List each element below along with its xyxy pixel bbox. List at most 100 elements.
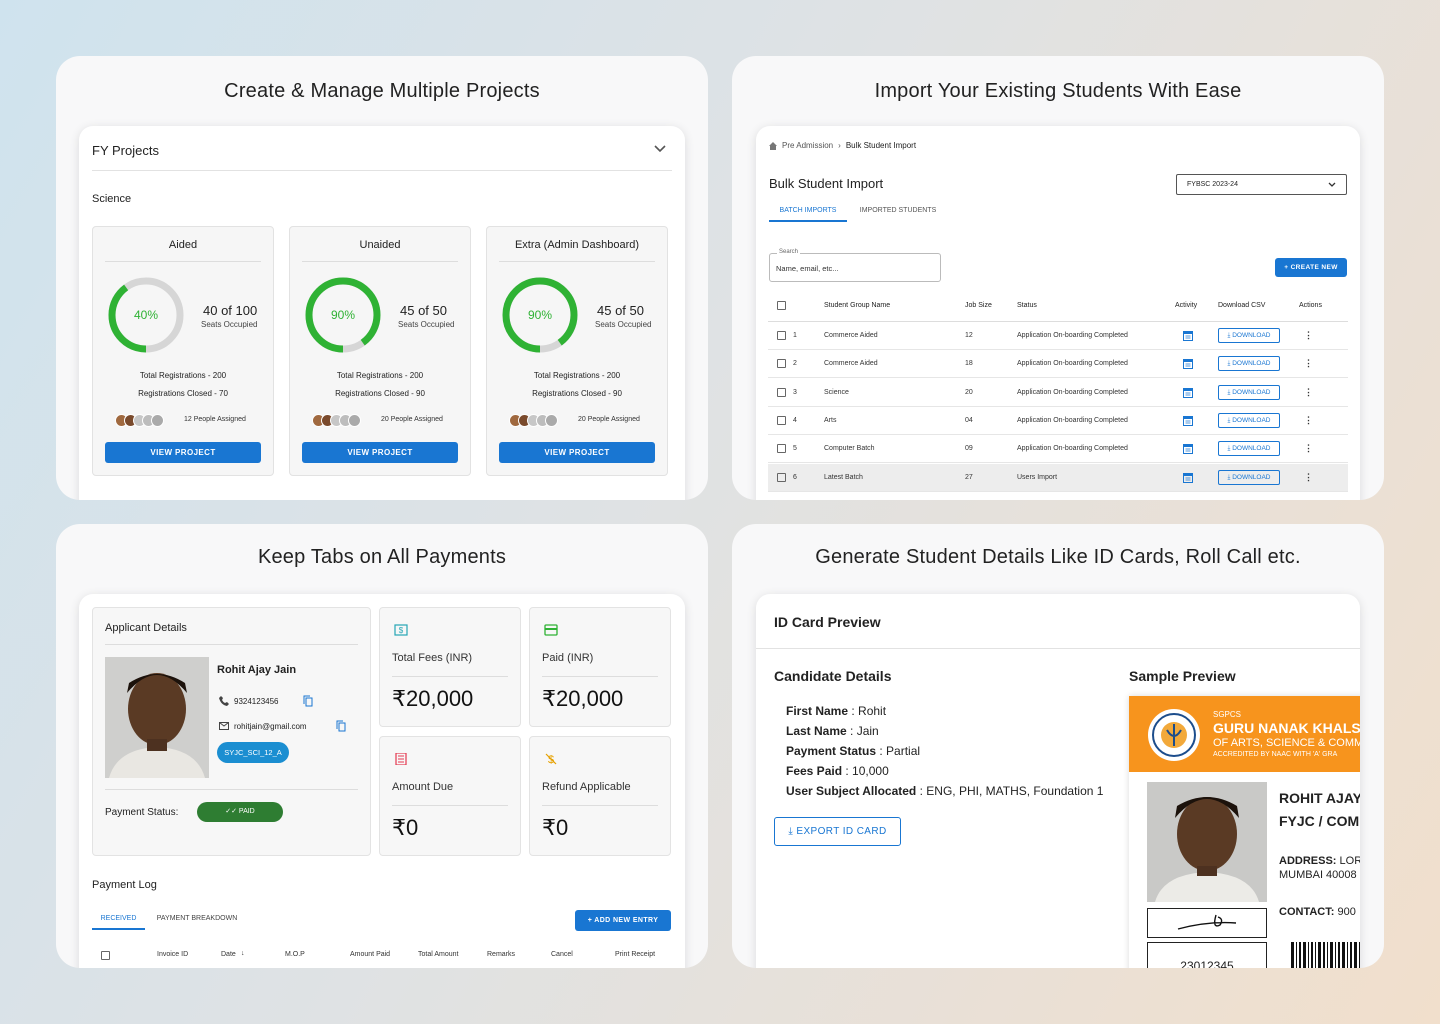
avatar <box>348 414 361 427</box>
amount-due-card: Amount Due ₹0 <box>379 736 521 856</box>
col-job-size: Job Size <box>965 302 992 309</box>
col-amount-paid: Amount Paid <box>350 951 391 958</box>
tab-received[interactable]: RECEIVED <box>92 910 145 930</box>
tab-batch-imports[interactable]: BATCH IMPORTS <box>769 202 847 222</box>
seats-label: Seats Occupied <box>595 320 652 329</box>
row-job-size: 18 <box>965 360 973 368</box>
table-row[interactable]: 2 Commerce Aided 18 Application On-board… <box>768 350 1348 379</box>
export-id-card-button[interactable]: ⤓ EXPORT ID CARD <box>774 817 901 846</box>
row-checkbox[interactable] <box>777 415 786 425</box>
detail-subjects: User Subject Allocated : ENG, PHI, MATHS… <box>786 784 1104 798</box>
more-vert-icon[interactable]: ⋮ <box>1304 358 1313 369</box>
more-vert-icon[interactable]: ⋮ <box>1304 415 1313 426</box>
phone-number: 9324123456 <box>234 697 279 706</box>
mail-icon <box>219 722 229 730</box>
id-number-box: 23012345 <box>1147 942 1267 968</box>
row-job-size: 27 <box>965 473 973 481</box>
refund-label: Refund Applicable <box>542 781 631 793</box>
search-field[interactable]: Search Name, email, etc... <box>769 249 941 282</box>
class-tag: SYJC_SCI_12_A <box>217 742 289 763</box>
copy-icon[interactable] <box>336 720 346 732</box>
row-number: 2 <box>793 360 797 368</box>
college-subtitle: OF ARTS, SCIENCE & COMM <box>1213 737 1360 749</box>
occupancy-percent: 90% <box>330 308 356 322</box>
calendar-icon[interactable] <box>1183 443 1193 455</box>
avatar-group[interactable] <box>312 414 361 427</box>
row-status: Application On-boarding Completed <box>1017 388 1128 396</box>
receipt-icon <box>395 753 407 765</box>
download-button[interactable]: ⤓ DOWNLOAD <box>1218 441 1280 457</box>
project-card: Extra (Admin Dashboard) 90% 45 of 50 Sea… <box>486 226 668 476</box>
view-project-button[interactable]: VIEW PROJECT <box>105 442 261 463</box>
view-project-button[interactable]: VIEW PROJECT <box>499 442 655 463</box>
table-row[interactable]: 1 Commerce Aided 12 Application On-board… <box>768 322 1348 350</box>
row-status: Application On-boarding Completed <box>1017 445 1128 453</box>
payment-status-badge: ✓✓ PAID <box>197 802 283 822</box>
row-group-name: Commerce Aided <box>824 332 878 339</box>
project-card-title: Aided <box>168 239 198 251</box>
calendar-icon[interactable] <box>1183 415 1193 426</box>
download-button[interactable]: ⤓ DOWNLOAD <box>1218 412 1280 428</box>
candidate-details: First Name : Rohit Last Name : Jain Paym… <box>786 704 1103 804</box>
add-new-entry-button[interactable]: + ADD NEW ENTRY <box>575 910 671 931</box>
search-placeholder: Name, email, etc... <box>776 264 839 273</box>
batch-select[interactable]: FYBSC 2023-24 <box>1176 174 1347 195</box>
download-button[interactable]: ⤓ DOWNLOAD <box>1218 356 1280 372</box>
row-number: 6 <box>793 473 797 481</box>
payment-status-label: Payment Status: <box>105 807 179 818</box>
sort-arrow-icon[interactable]: ↓ <box>241 950 245 957</box>
calendar-icon[interactable] <box>1183 472 1193 483</box>
calendar-icon[interactable] <box>1183 387 1193 398</box>
paid-label: Paid (INR) <box>542 652 594 664</box>
avatar-group[interactable] <box>509 414 558 427</box>
download-button[interactable]: ⤓ DOWNLOAD <box>1218 469 1280 485</box>
tab-payment-breakdown[interactable]: PAYMENT BREAKDOWN <box>150 910 244 930</box>
dollar-icon: $ <box>394 624 408 636</box>
more-vert-icon[interactable]: ⋮ <box>1304 387 1313 398</box>
more-vert-icon[interactable]: ⋮ <box>1304 443 1313 454</box>
breadcrumb-separator: › <box>838 141 841 150</box>
total-fees-label: Total Fees (INR) <box>392 652 473 664</box>
breadcrumb-pre-admission[interactable]: Pre Admission <box>782 141 833 150</box>
row-checkbox[interactable] <box>777 359 786 369</box>
col-total-amount: Total Amount <box>418 951 459 958</box>
create-new-button[interactable]: + CREATE NEW <box>1275 258 1347 277</box>
more-vert-icon[interactable]: ⋮ <box>1304 472 1313 483</box>
more-vert-icon[interactable]: ⋮ <box>1304 330 1313 341</box>
avatar-group[interactable] <box>115 414 164 427</box>
row-checkbox[interactable] <box>777 331 786 340</box>
col-download-csv: Download CSV <box>1218 302 1266 309</box>
registrations-closed: Registrations Closed - 90 <box>532 389 622 398</box>
batch-select-value: FYBSC 2023-24 <box>1187 181 1238 188</box>
select-all-checkbox[interactable] <box>101 951 110 960</box>
row-checkbox[interactable] <box>777 444 786 454</box>
table-row[interactable]: 5 Computer Batch 09 Application On-board… <box>768 435 1348 464</box>
view-project-button[interactable]: VIEW PROJECT <box>302 442 458 463</box>
col-date[interactable]: Date <box>221 951 236 958</box>
occupancy-percent: 90% <box>527 308 553 322</box>
college-logo <box>1148 709 1200 761</box>
row-group-name: Arts <box>824 416 837 424</box>
avatar <box>151 414 164 427</box>
row-checkbox[interactable] <box>777 472 786 482</box>
table-row[interactable]: 4 Arts 04 Application On-boarding Comple… <box>768 407 1348 435</box>
col-status: Status <box>1017 302 1037 309</box>
copy-icon[interactable] <box>303 695 313 707</box>
fy-projects-dropdown[interactable]: FY Projects <box>92 126 672 171</box>
row-number: 1 <box>793 332 797 339</box>
table-row[interactable]: 3 Science 20 Application On-boarding Com… <box>768 379 1348 407</box>
row-checkbox[interactable] <box>777 387 786 397</box>
calendar-icon[interactable] <box>1183 330 1193 341</box>
breadcrumb-current: Bulk Student Import <box>845 141 917 150</box>
seats-label: Seats Occupied <box>201 320 258 329</box>
row-job-size: 20 <box>965 388 973 396</box>
download-button[interactable]: ⤓ DOWNLOAD <box>1218 384 1280 400</box>
projects-panel: Create & Manage Multiple Projects FY Pro… <box>56 56 708 500</box>
table-row[interactable]: 6 Latest Batch 27 Users Import ⤓ DOWNLOA… <box>768 463 1348 492</box>
email-address: rohitjain@gmail.com <box>234 722 307 731</box>
download-icon: ⤓ <box>1227 388 1231 396</box>
calendar-icon[interactable] <box>1183 358 1193 370</box>
tab-imported-students[interactable]: IMPORTED STUDENTS <box>853 202 943 222</box>
download-button[interactable]: ⤓ DOWNLOAD <box>1218 328 1280 343</box>
select-all-checkbox[interactable] <box>777 301 786 310</box>
